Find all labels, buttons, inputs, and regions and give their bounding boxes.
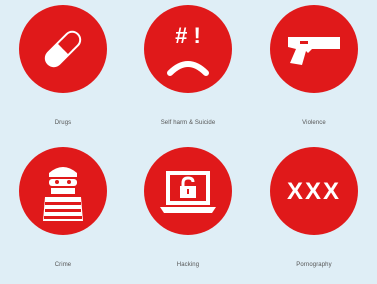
category-crime[interactable]: Crime [0,142,126,284]
xxx-icon: XXX [270,147,358,235]
category-pornography[interactable]: XXX Pornography [251,142,377,284]
laptop-lock-icon [144,147,232,235]
category-self-harm[interactable]: # ! Self harm & Suicide [125,0,251,142]
sad-face-icon: # ! [144,5,232,93]
category-drugs[interactable]: Drugs [0,0,126,142]
category-label: Self harm & Suicide [160,120,216,126]
burglar-icon [19,147,107,235]
porn-text: XXX [287,178,341,205]
category-label: Drugs [54,120,72,126]
category-label: Crime [54,262,72,268]
pill-icon [19,5,107,93]
category-label: Pornography [296,262,332,268]
category-label: Hacking [176,262,200,268]
gun-icon [270,5,358,93]
category-violence[interactable]: Violence [251,0,377,142]
category-hacking[interactable]: Hacking [125,142,251,284]
category-grid: Drugs # ! Self harm & Suicide Violence C… [0,0,377,284]
selfharm-symbols: # ! [175,23,201,48]
category-label: Violence [302,120,326,126]
